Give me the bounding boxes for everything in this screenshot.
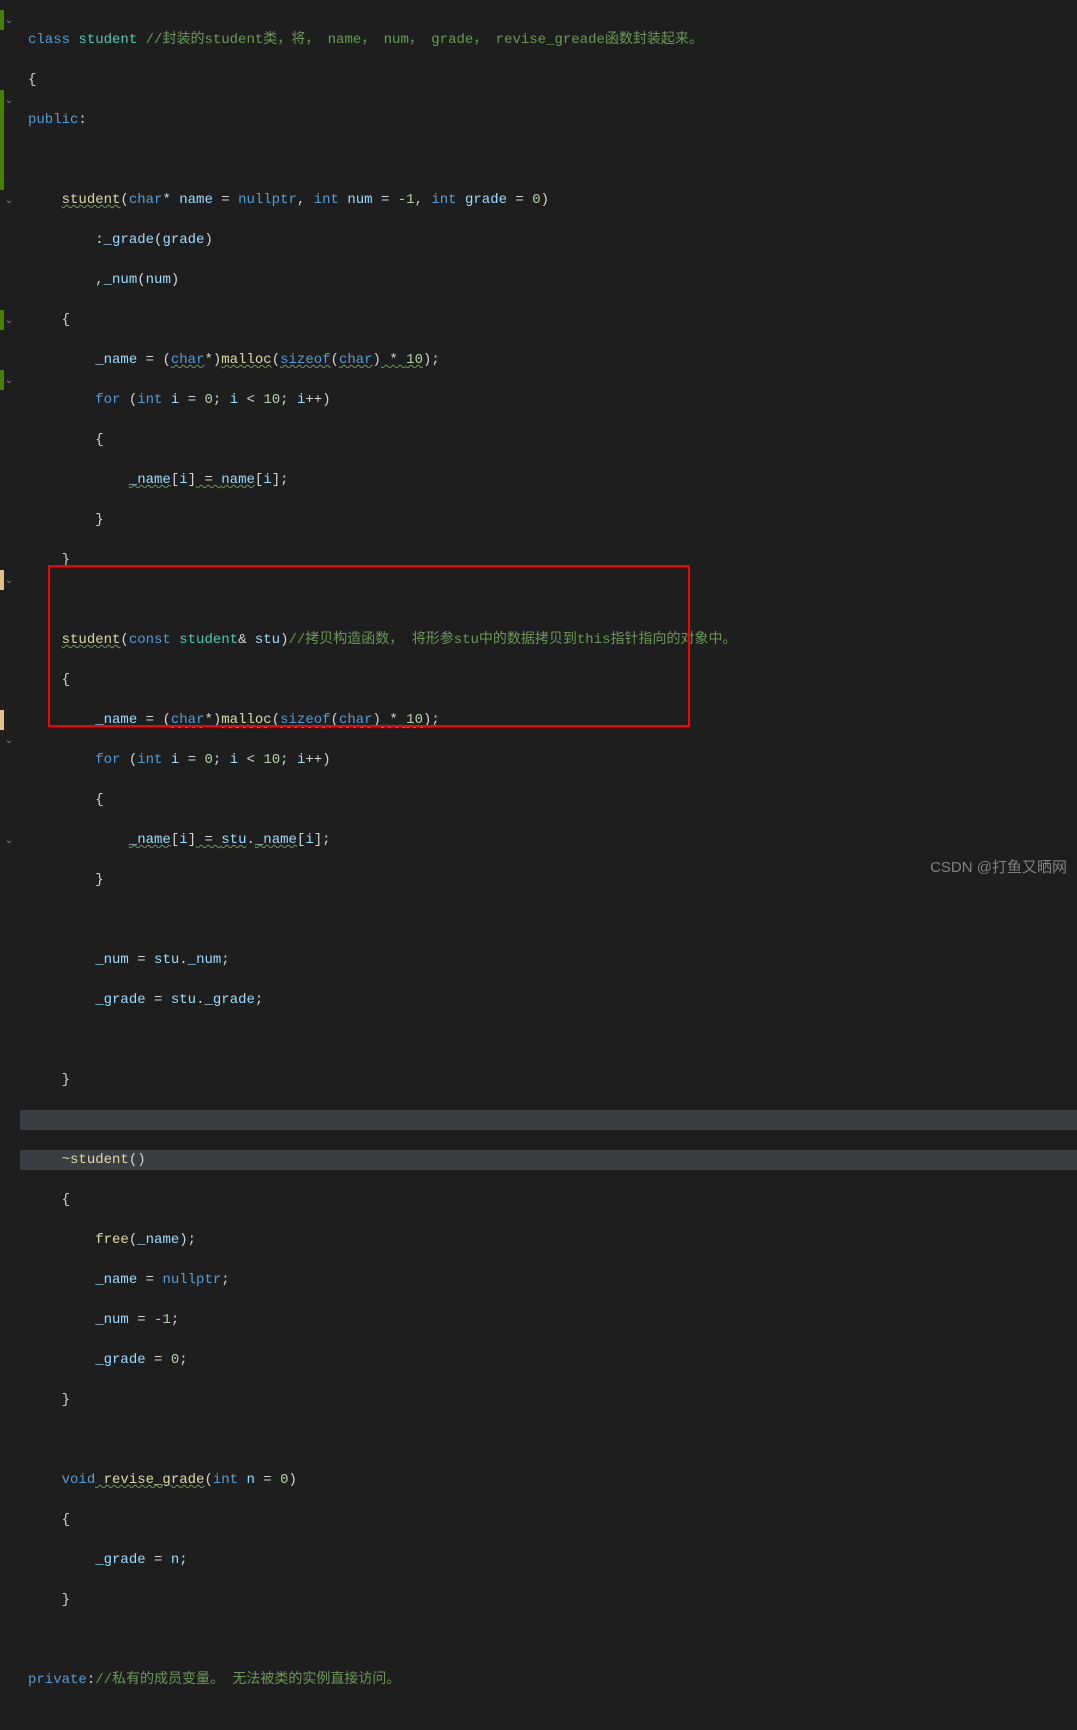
code-editor[interactable]: ⌄ ⌄ ⌄ ⌄ ⌄ ⌄ ⌄ ⌄ class student //封装的stude… — [0, 0, 1077, 886]
watermark: CSDN @打鱼又晒网 — [930, 858, 1067, 878]
code-content[interactable]: class student //封装的student类，将， name， num… — [20, 0, 1077, 886]
gutter: ⌄ ⌄ ⌄ ⌄ ⌄ ⌄ ⌄ ⌄ — [0, 0, 20, 886]
